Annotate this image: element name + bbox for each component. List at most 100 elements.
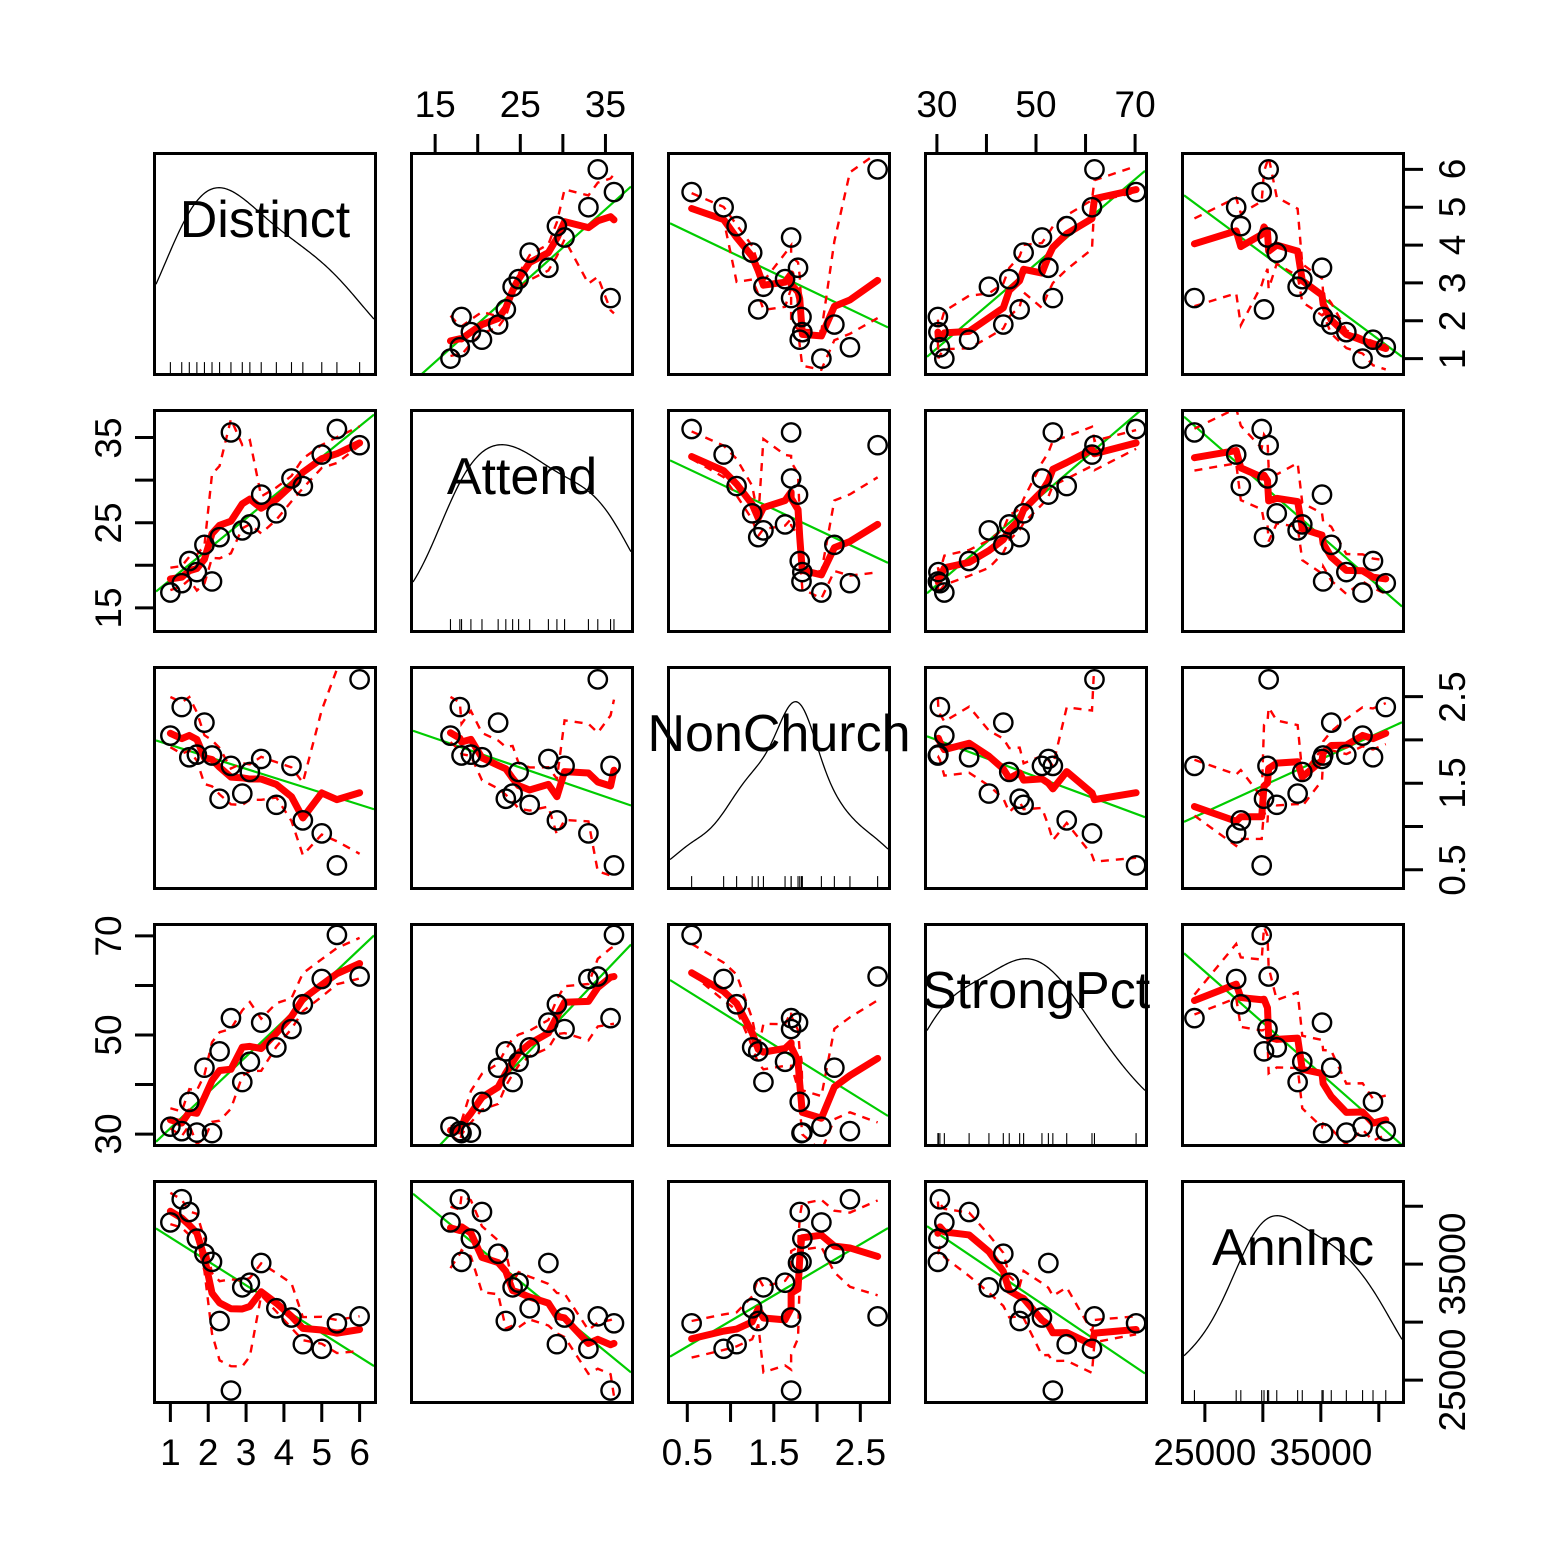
data-point	[503, 1073, 521, 1091]
scatter-panel-anninc-vs-strongpct	[924, 1180, 1148, 1404]
spread-line	[1194, 998, 1385, 1144]
regression-line	[927, 1226, 1145, 1373]
scatter-panel-strongpct-vs-distinct	[153, 923, 377, 1147]
scatter-panel-strongpct-vs-nonchurch	[667, 923, 891, 1147]
data-point	[605, 926, 623, 944]
data-point	[841, 1122, 859, 1140]
data-point	[555, 1020, 573, 1038]
data-point	[812, 349, 830, 367]
axis-ticks-attend-top	[410, 134, 634, 152]
data-point	[980, 521, 998, 539]
data-point	[929, 746, 947, 764]
axis-ticks-attend-left	[135, 409, 153, 633]
axis-tick-label: 50	[1015, 84, 1057, 125]
axis-tick-label: 70	[88, 915, 129, 957]
data-point	[994, 1245, 1012, 1263]
data-point	[1255, 300, 1273, 318]
axis-tick-label: 0.5	[661, 1432, 714, 1473]
data-point	[1010, 790, 1028, 808]
axis-tick-label: 30	[916, 84, 958, 125]
data-point	[1085, 1307, 1103, 1325]
data-point	[328, 856, 346, 874]
data-point	[935, 349, 953, 367]
data-point	[210, 1042, 228, 1060]
scatter-panel-nonchurch-vs-anninc	[1181, 666, 1405, 890]
spread-line	[170, 419, 359, 568]
data-point	[931, 698, 949, 716]
axis-tick-label: 25000	[1432, 1328, 1473, 1432]
axis-ticks-nonchurch-bottom	[667, 1404, 891, 1422]
data-point	[1353, 349, 1371, 367]
data-point	[1185, 757, 1203, 775]
data-point	[754, 1278, 772, 1296]
data-point	[841, 338, 859, 356]
data-point	[931, 1190, 949, 1208]
data-point	[222, 1381, 240, 1399]
data-point	[1322, 1059, 1340, 1077]
scatter-panel-distinct-vs-attend	[410, 152, 634, 376]
axis-tick-label: 6	[1432, 159, 1473, 180]
data-point	[195, 713, 213, 731]
scatter-panel-attend-vs-nonchurch	[667, 409, 891, 633]
data-point	[1083, 824, 1101, 842]
scatter-panel-nonchurch-vs-strongpct	[924, 666, 1148, 890]
axis-tick-label: 25	[88, 502, 129, 544]
axis-tick-label: 4	[273, 1432, 295, 1473]
data-point	[294, 1335, 312, 1353]
spread-line	[170, 938, 359, 1112]
data-point	[1353, 583, 1371, 601]
axis-tick-label: 15	[88, 587, 129, 629]
data-point	[812, 1213, 830, 1231]
data-point	[1085, 160, 1103, 178]
data-point	[489, 713, 507, 731]
axis-ticks-distinct-bottom	[153, 1404, 377, 1422]
data-point	[1232, 477, 1250, 495]
data-point	[841, 1190, 859, 1208]
axis-tick-label: 1.5	[1432, 757, 1473, 809]
spread-line	[1194, 264, 1385, 370]
spread-line	[450, 1195, 614, 1330]
scatter-panel-attend-vs-strongpct	[924, 409, 1148, 633]
axis-tick-label: 35	[584, 84, 627, 125]
axis-ticks-distinct-right	[1405, 152, 1423, 376]
spread-line	[692, 1200, 878, 1321]
axis-ticks-anninc-bottom	[1181, 1404, 1405, 1422]
axis-tick-label: 70	[1114, 84, 1156, 125]
diagonal-panel-attend	[410, 409, 634, 633]
data-point	[714, 445, 732, 463]
density-curve	[670, 702, 888, 860]
data-point	[548, 811, 566, 829]
axis-tick-label: 1	[1432, 348, 1473, 369]
axis-tick-label: 15	[414, 84, 456, 125]
scatter-panel-strongpct-vs-attend	[410, 923, 634, 1147]
data-point	[1268, 504, 1286, 522]
axis-tick-label: 35	[88, 416, 129, 459]
diagonal-panel-anninc	[1181, 1180, 1405, 1404]
data-point	[579, 824, 597, 842]
scatter-panel-nonchurch-vs-attend	[410, 666, 634, 890]
data-point	[601, 1381, 619, 1399]
data-point	[328, 420, 346, 438]
data-point	[1313, 485, 1331, 503]
data-point	[161, 1213, 179, 1231]
data-point	[1185, 1009, 1203, 1027]
data-point	[252, 485, 270, 503]
axis-tick-label: 2	[197, 1432, 219, 1473]
axis-tick-label: 2.5	[834, 1432, 887, 1473]
data-point	[868, 436, 886, 454]
data-point	[441, 349, 459, 367]
data-point	[994, 315, 1012, 333]
smoother-line	[1194, 733, 1385, 821]
spread-line	[1194, 703, 1385, 797]
data-point	[1322, 713, 1340, 731]
spread-line	[1194, 927, 1385, 1099]
data-point	[994, 713, 1012, 731]
data-point	[1058, 811, 1076, 829]
density-curve	[1184, 1216, 1402, 1356]
data-point	[1255, 1042, 1273, 1060]
axis-tick-label: 35000	[1432, 1212, 1473, 1316]
axis-tick-label: 5	[311, 1432, 333, 1473]
data-point	[782, 1381, 800, 1399]
spread-line	[450, 1250, 614, 1396]
data-point	[548, 1335, 566, 1353]
